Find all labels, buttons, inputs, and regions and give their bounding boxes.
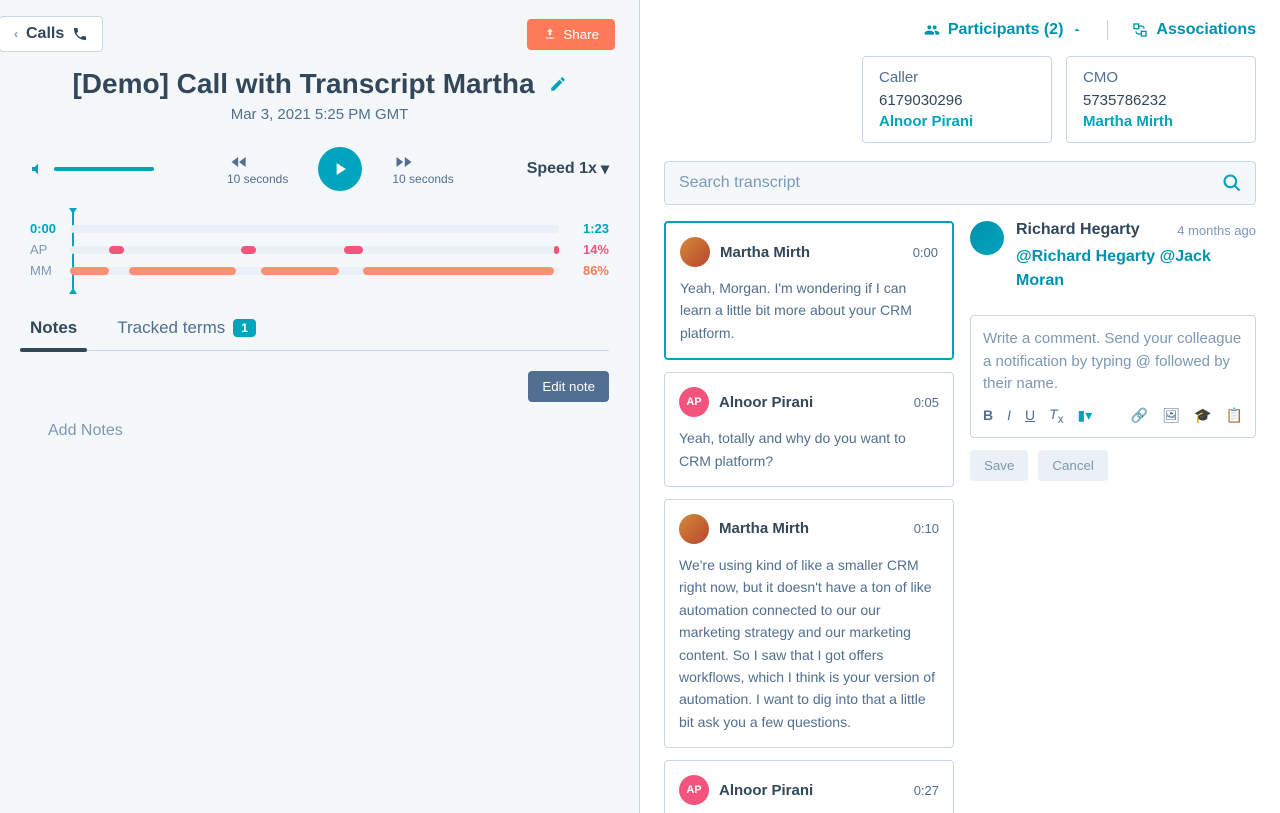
- volume-control[interactable]: [30, 161, 154, 177]
- participants-icon: [924, 22, 940, 38]
- calls-label: Calls: [26, 25, 64, 43]
- speaker-ap-label: AP: [30, 242, 60, 257]
- comment-author: Richard Hegarty: [1016, 221, 1140, 239]
- search-icon[interactable]: [1222, 173, 1242, 193]
- avatar: [680, 237, 710, 267]
- clear-format-icon[interactable]: Tx: [1049, 406, 1063, 426]
- participant-name[interactable]: Martha Mirth: [1083, 113, 1239, 130]
- phone-icon: [72, 26, 88, 42]
- speaker-mm-pct: 86%: [569, 263, 609, 278]
- comment: Richard Hegarty 4 months ago @Richard He…: [970, 221, 1256, 293]
- search-input[interactable]: [664, 161, 1256, 205]
- participant-card-caller[interactable]: Caller 6179030296 Alnoor Pirani: [862, 56, 1052, 143]
- transcript-turn[interactable]: Martha Mirth 0:00 Yeah, Morgan. I'm wond…: [664, 221, 954, 360]
- link-icon[interactable]: 🔗: [1131, 407, 1148, 424]
- timestamp: 0:00: [913, 245, 938, 260]
- associations-toggle[interactable]: Associations: [1132, 21, 1256, 39]
- snippet-icon[interactable]: 🎓: [1194, 407, 1211, 424]
- transcript-text: Yeah, totally and why do you want to CRM…: [679, 427, 939, 472]
- associations-label: Associations: [1156, 21, 1256, 39]
- timestamp: 0:27: [914, 783, 939, 798]
- avatar: [970, 221, 1004, 255]
- transcript-turn[interactable]: AP Alnoor Pirani 0:05 Yeah, totally and …: [664, 372, 954, 487]
- participant-role: CMO: [1083, 69, 1239, 86]
- tab-tracked-terms[interactable]: Tracked terms 1: [117, 318, 256, 350]
- chevron-down-icon: ▾: [601, 159, 609, 179]
- chevron-up-icon: [1071, 24, 1083, 36]
- share-label: Share: [563, 27, 599, 42]
- timeline-start: 0:00: [30, 221, 60, 236]
- rewind-label: 10 seconds: [227, 172, 288, 186]
- cancel-button[interactable]: Cancel: [1038, 450, 1108, 481]
- rewind-icon: [227, 152, 288, 172]
- participants-label: Participants (2): [948, 21, 1064, 39]
- play-button[interactable]: [318, 147, 362, 191]
- avatar: AP: [679, 387, 709, 417]
- forward-button[interactable]: 10 seconds: [392, 152, 453, 186]
- edit-title-icon[interactable]: [549, 75, 567, 93]
- speaker-ap-track[interactable]: [70, 246, 559, 254]
- speaker-name: Alnoor Pirani: [719, 782, 813, 799]
- timeline-end: 1:23: [569, 221, 609, 236]
- avatar: [679, 514, 709, 544]
- underline-icon[interactable]: U: [1025, 407, 1035, 423]
- share-icon: [543, 27, 557, 41]
- page-title: [Demo] Call with Transcript Martha: [72, 68, 534, 100]
- transcript-text: Yeah, Morgan. I'm wondering if I can lea…: [680, 277, 938, 344]
- add-notes-placeholder[interactable]: Add Notes: [48, 422, 591, 440]
- participant-phone: 6179030296: [879, 92, 1035, 109]
- avatar: AP: [679, 775, 709, 805]
- bold-icon[interactable]: B: [983, 407, 993, 423]
- speed-label: Speed 1x: [527, 160, 597, 178]
- image-icon[interactable]: 🖼: [1162, 407, 1180, 424]
- participant-role: Caller: [879, 69, 1035, 86]
- play-icon: [330, 159, 350, 179]
- timestamp: 0:10: [914, 521, 939, 536]
- editor-toolbar: B I U Tx ▮▾ 🔗 🖼 🎓 📋: [983, 406, 1243, 426]
- speaker-name: Martha Mirth: [719, 520, 809, 537]
- tab-notes-label: Notes: [30, 318, 77, 338]
- speaker-name: Alnoor Pirani: [719, 394, 813, 411]
- speaker-ap-pct: 14%: [569, 242, 609, 257]
- more-icon[interactable]: 📋: [1226, 407, 1243, 424]
- forward-label: 10 seconds: [392, 172, 453, 186]
- rewind-button[interactable]: 10 seconds: [227, 152, 288, 186]
- forward-icon: [392, 152, 453, 172]
- edit-note-button[interactable]: Edit note: [528, 371, 609, 402]
- participants-toggle[interactable]: Participants (2): [924, 21, 1084, 39]
- timestamp: 0:05: [914, 395, 939, 410]
- tracked-count-badge: 1: [233, 319, 256, 337]
- share-button[interactable]: Share: [527, 19, 615, 50]
- call-date: Mar 3, 2021 5:25 PM GMT: [0, 106, 639, 123]
- speaker-mm-label: MM: [30, 263, 60, 278]
- participant-phone: 5735786232: [1083, 92, 1239, 109]
- save-button[interactable]: Save: [970, 450, 1028, 481]
- participant-card-cmo[interactable]: CMO 5735786232 Martha Mirth: [1066, 56, 1256, 143]
- back-calls-button[interactable]: ‹ Calls: [0, 16, 103, 52]
- speed-dropdown[interactable]: Speed 1x ▾: [527, 159, 609, 179]
- italic-icon[interactable]: I: [1007, 407, 1011, 423]
- speaker-name: Martha Mirth: [720, 244, 810, 261]
- volume-icon: [30, 161, 46, 177]
- comment-time: 4 months ago: [1177, 223, 1256, 238]
- highlight-icon[interactable]: ▮▾: [1078, 407, 1093, 424]
- timeline-track[interactable]: [70, 225, 559, 233]
- speaker-mm-track[interactable]: [70, 267, 559, 275]
- transcript-turn[interactable]: AP Alnoor Pirani 0:27 Totally totally an…: [664, 760, 954, 813]
- participant-name[interactable]: Alnoor Pirani: [879, 113, 1035, 130]
- associations-icon: [1132, 22, 1148, 38]
- volume-slider[interactable]: [54, 167, 154, 171]
- comment-mentions: @Richard Hegarty @Jack Moran: [1016, 245, 1256, 293]
- chevron-left-icon: ‹: [14, 27, 18, 41]
- tab-tracked-label: Tracked terms: [117, 318, 225, 338]
- comment-input[interactable]: Write a comment. Send your colleague a n…: [983, 328, 1243, 396]
- transcript-list: Martha Mirth 0:00 Yeah, Morgan. I'm wond…: [664, 221, 954, 813]
- transcript-text: We're using kind of like a smaller CRM r…: [679, 554, 939, 733]
- divider: [1107, 20, 1108, 40]
- transcript-turn[interactable]: Martha Mirth 0:10 We're using kind of li…: [664, 499, 954, 748]
- tab-notes[interactable]: Notes: [30, 318, 77, 350]
- comment-editor[interactable]: Write a comment. Send your colleague a n…: [970, 315, 1256, 438]
